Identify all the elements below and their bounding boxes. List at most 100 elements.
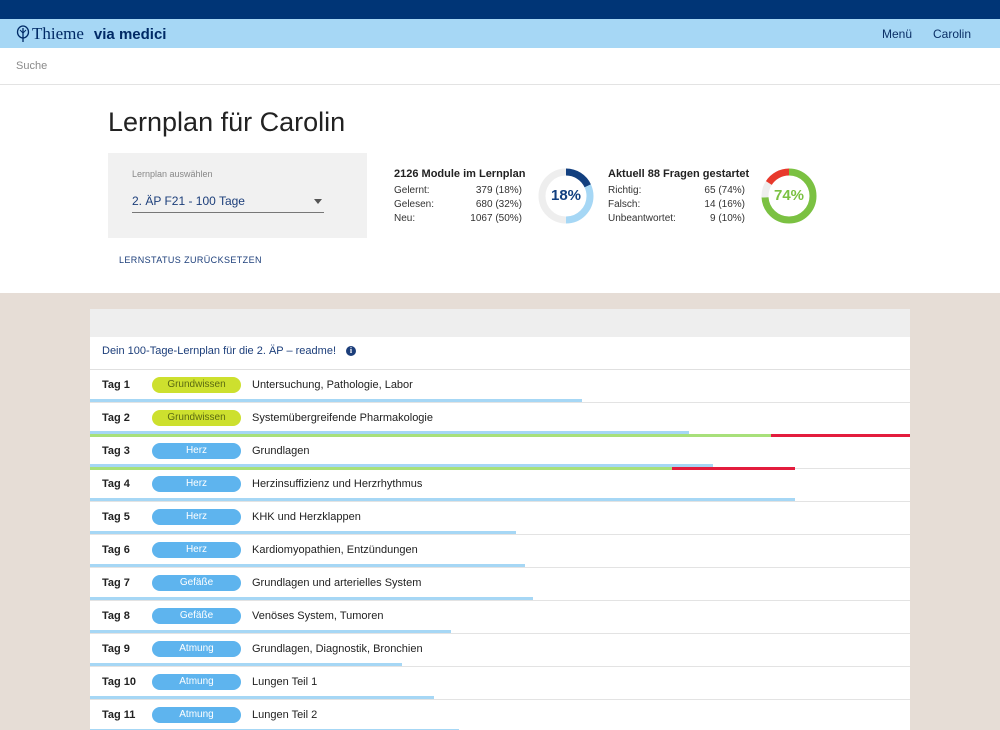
stat-label: Richtig: [608, 185, 642, 196]
day-label: Tag 11 [102, 709, 136, 721]
day-row[interactable]: Tag 5 Herz KHK und Herzklappen [90, 502, 910, 535]
stat-value: 379 (18%) [475, 185, 522, 196]
tree-icon [16, 25, 30, 42]
modules-donut: 18% [537, 167, 595, 225]
info-icon[interactable]: i [346, 346, 356, 356]
stat-value: 9 (10%) [709, 213, 745, 224]
day-label: Tag 1 [102, 379, 130, 391]
caret-down-icon [314, 199, 322, 204]
subject-tag: Grundwissen [152, 377, 241, 393]
plan-intro[interactable]: Dein 100-Tage-Lernplan für die 2. ÄP – r… [102, 345, 356, 357]
subject-tag: Atmung [152, 641, 241, 657]
read-progress-bar [90, 564, 525, 567]
day-row[interactable]: Tag 7 Gefäße Grundlagen und arterielles Sy… [90, 568, 910, 601]
brand-name: Thieme [32, 24, 84, 43]
day-topic: Systemübergreifende Pharmakologie [252, 412, 433, 424]
read-progress-bar [90, 663, 402, 666]
plan-select-value: 2. ÄP F21 - 100 Tage [132, 194, 245, 208]
modules-donut-percent: 18% [550, 187, 582, 204]
stat-row: Neu: 1067 (50%) [394, 212, 522, 226]
stat-row: Gelesen: 680 (32%) [394, 198, 522, 212]
stat-value: 680 (32%) [475, 199, 522, 210]
day-label: Tag 2 [102, 412, 130, 424]
stat-value: 1067 (50%) [470, 213, 522, 224]
subject-tag: Herz [152, 509, 241, 525]
day-topic: Untersuchung, Pathologie, Labor [252, 379, 413, 391]
day-label: Tag 10 [102, 676, 137, 688]
day-label: Tag 3 [102, 445, 130, 457]
plan-card: Dein 100-Tage-Lernplan für die 2. ÄP – r… [90, 309, 910, 730]
day-topic: KHK und Herzklappen [252, 511, 361, 523]
card-top-bar [90, 309, 910, 337]
subject-tag: Herz [152, 443, 241, 459]
reset-learning-status-link[interactable]: LERNSTATUS ZURÜCKSETZEN [119, 255, 262, 265]
subject-tag: Atmung [152, 707, 241, 723]
stat-row: Unbeantwortet: 9 (10%) [608, 212, 745, 226]
stat-row: Falsch: 14 (16%) [608, 198, 745, 212]
day-row[interactable]: Tag 3 Herz Grundlagen [90, 436, 910, 470]
menu-link[interactable]: Menü [882, 27, 912, 41]
stat-label: Falsch: [608, 199, 641, 210]
dashboard-section: Lernplan für Carolin Lernplan auswählen … [0, 85, 1000, 293]
day-label: Tag 5 [102, 511, 130, 523]
day-row[interactable]: Tag 1 Grundwissen Untersuchung, Pathologie… [90, 370, 910, 403]
read-progress-bar [90, 630, 451, 633]
day-row[interactable]: Tag 2 Grundwissen Systemübergreifende Phar… [90, 403, 910, 437]
plan-select-label: Lernplan auswählen [132, 169, 213, 179]
page-title: Lernplan für Carolin [108, 107, 346, 137]
stat-value: 14 (16%) [704, 199, 745, 210]
plan-select[interactable]: 2. ÄP F21 - 100 Tage [132, 194, 324, 213]
search-label[interactable]: Suche [16, 60, 47, 72]
subject-tag: Gefäße [152, 608, 241, 624]
stat-value: 65 (74%) [704, 185, 745, 196]
subject-tag: Herz [152, 476, 241, 492]
day-row[interactable]: Tag 9 Atmung Grundlagen, Diagnostik, Bronc… [90, 634, 910, 667]
day-topic: Lungen Teil 2 [252, 709, 318, 721]
day-row[interactable]: Tag 4 Herz Herzinsuffizienz und Herzrhythm… [90, 469, 910, 502]
search-bar[interactable]: Suche [0, 48, 1000, 85]
read-progress-bar [90, 597, 533, 600]
day-topic: Grundlagen [252, 445, 310, 457]
day-topic: Venöses System, Tumoren [252, 610, 384, 622]
product-name: via medici [93, 25, 167, 43]
day-row[interactable]: Tag 8 Gefäße Venöses System, Tumoren [90, 601, 910, 634]
day-list: Tag 1 Grundwissen Untersuchung, Pathologie… [90, 370, 910, 730]
plan-select-box: Lernplan auswählen 2. ÄP F21 - 100 Tage [108, 153, 367, 238]
user-menu-link[interactable]: Carolin [933, 27, 971, 41]
plan-intro-text: Dein 100-Tage-Lernplan für die 2. ÄP – r… [102, 345, 336, 357]
read-progress-bar [90, 696, 435, 699]
day-topic: Lungen Teil 1 [252, 676, 318, 688]
logo[interactable]: Thieme via medici [16, 24, 166, 44]
modules-stats: 2126 Module im Lernplan Gelernt: 379 (18%… [394, 168, 526, 226]
subject-tag: Atmung [152, 674, 241, 690]
questions-donut-percent: 74% [773, 187, 805, 204]
day-label: Tag 7 [102, 577, 130, 589]
stat-label: Neu: [394, 213, 416, 224]
stat-label: Gelesen: [394, 199, 435, 210]
day-topic: Kardiomyopathien, Entzündungen [252, 544, 418, 556]
read-progress-bar [90, 399, 582, 402]
stat-label: Gelernt: [394, 185, 430, 196]
day-label: Tag 8 [102, 610, 130, 622]
day-label: Tag 4 [102, 478, 130, 490]
read-progress-bar [90, 531, 517, 534]
subject-tag: Grundwissen [152, 410, 241, 426]
read-progress-bar [90, 498, 796, 501]
day-topic: Grundlagen, Diagnostik, Bronchien [252, 643, 423, 655]
stat-row: Gelernt: 379 (18%) [394, 184, 522, 198]
day-topic: Grundlagen und arterielles System [252, 577, 422, 589]
stat-row: Richtig: 65 (74%) [608, 184, 745, 198]
day-row[interactable]: Tag 10 Atmung Lungen Teil 1 [90, 667, 910, 700]
stat-label: Unbeantwortet: [608, 213, 676, 224]
questions-donut: 74% [760, 167, 818, 225]
subject-tag: Gefäße [152, 575, 241, 591]
subject-tag: Herz [152, 542, 241, 558]
day-row[interactable]: Tag 6 Herz Kardiomyopathien, Entzündungen [90, 535, 910, 568]
modules-heading: 2126 Module im Lernplan [394, 168, 526, 180]
day-label: Tag 6 [102, 544, 130, 556]
top-strip [0, 0, 1000, 19]
day-row[interactable]: Tag 11 Atmung Lungen Teil 2 [90, 700, 910, 730]
questions-stats: Aktuell 88 Fragen gestartet Richtig: 65 (… [608, 168, 750, 226]
questions-heading: Aktuell 88 Fragen gestartet [608, 168, 750, 180]
day-topic: Herzinsuffizienz und Herzrhythmus [252, 478, 423, 490]
